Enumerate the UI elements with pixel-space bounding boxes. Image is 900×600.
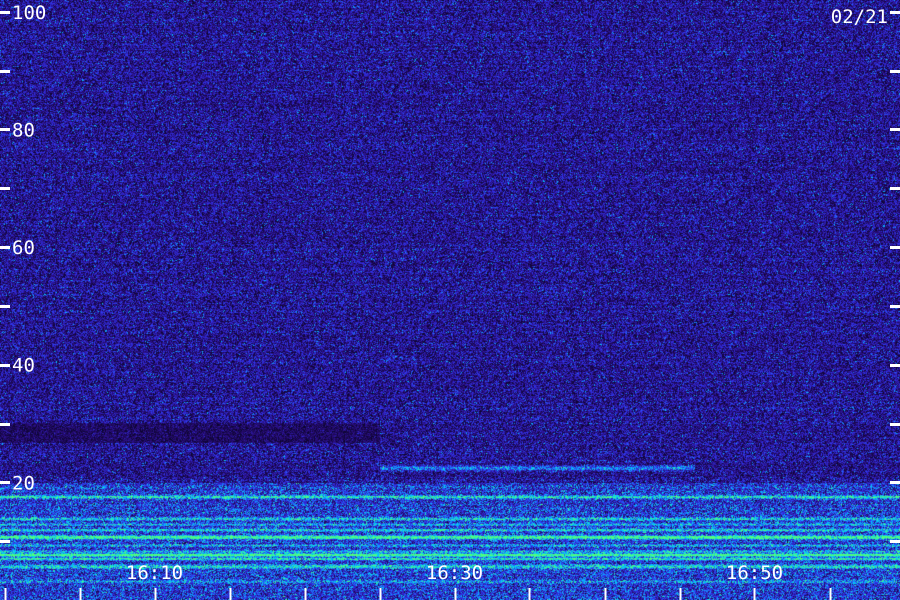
y-tick-label: 20	[12, 472, 35, 494]
axis-overlay: 20 40 60 80 100 16:10 16:30 16:50	[0, 2, 900, 600]
date-label: 02/21	[830, 6, 888, 28]
y-tick-label: 40	[12, 355, 35, 377]
x-tick-label: 16:50	[726, 562, 783, 584]
y-tick-label: 60	[12, 237, 35, 259]
y-tick-label: 80	[12, 119, 35, 141]
y-tick-label: 100	[12, 2, 46, 24]
x-tick-label: 16:30	[426, 562, 483, 584]
x-tick-label: 16:10	[126, 562, 183, 584]
spectrogram: 20 40 60 80 100 16:10 16:30 16:50 02/21	[0, 0, 900, 600]
